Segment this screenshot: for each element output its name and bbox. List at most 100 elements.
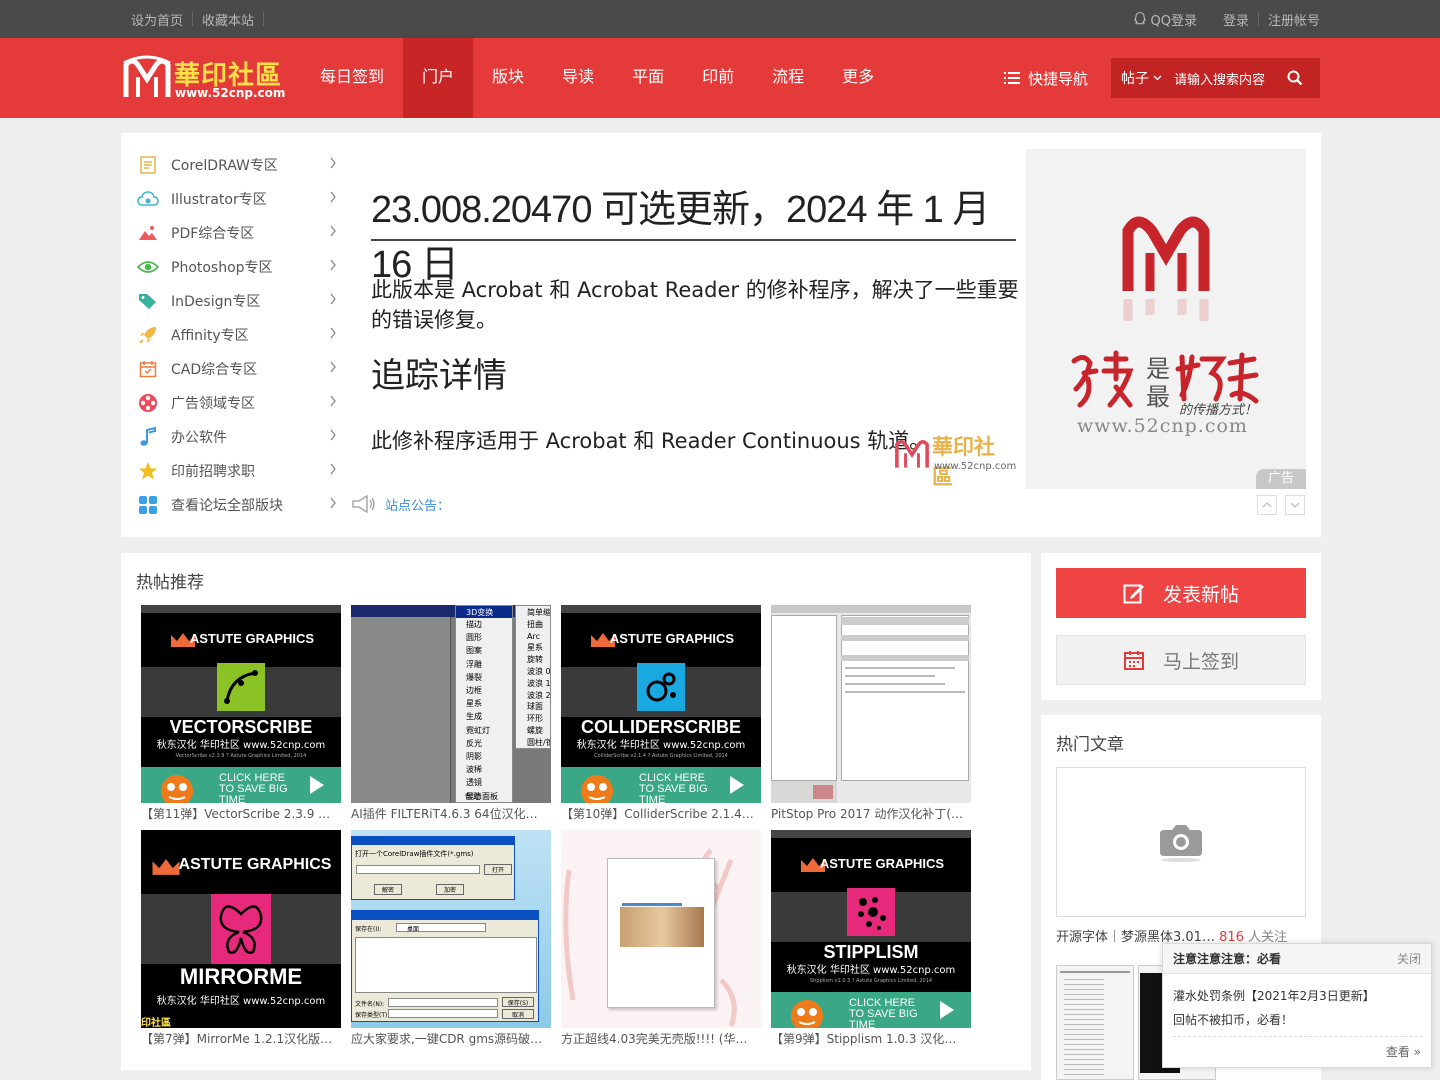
chevron-right-icon — [329, 395, 337, 411]
post-thumbnail — [561, 830, 761, 1028]
category-item-jobs[interactable]: 印前招聘求职 — [137, 454, 337, 488]
slide-watermark: 華印社區 www.52cnp.com — [894, 431, 1016, 489]
popup-title: 注意注意注意：必看 — [1173, 952, 1282, 966]
popup-link[interactable]: 灌水处罚条例【2021年2月3日更新】 — [1173, 987, 1375, 1004]
post-caption[interactable]: 【第9弹】Stipplism 1.0.3 汉化版（华印社区） — [771, 1030, 967, 1047]
software-box — [607, 858, 715, 1008]
category-item-advertising[interactable]: 广告领域专区 — [137, 386, 337, 420]
category-item-affinity[interactable]: Affinity专区 — [137, 318, 337, 352]
post-caption[interactable]: 【第10弹】ColliderScribe 2.1.4 汉化版（华印社区） — [561, 805, 757, 822]
search-bar: 帖子 请输入搜索内容 — [1111, 58, 1320, 98]
category-item-all-forums[interactable]: 查看论坛全部版块 — [137, 488, 337, 522]
scroll-down-button[interactable] — [1285, 495, 1305, 515]
new-post-button[interactable]: 发表新帖 — [1056, 568, 1306, 618]
context-menu: 3D变换 描边 圆形 图案 浮雕 爆裂 边框 星系 生成 霓虹灯 反光 阴影 波… — [455, 605, 513, 803]
category-label: CAD综合专区 — [171, 362, 258, 378]
category-item-coreldraw[interactable]: CorelDRAW专区 — [137, 148, 337, 182]
category-item-office[interactable]: 办公软件 — [137, 420, 337, 454]
ad-tag: 广告 — [1256, 469, 1306, 489]
search-type-label: 帖子 — [1121, 71, 1149, 87]
chevron-right-icon — [329, 463, 337, 479]
post-caption[interactable]: PitStop Pro 2017 动作汉化补丁(完整版）（华印社区） — [771, 805, 967, 822]
nav-item-forums[interactable]: 版块 — [473, 38, 543, 118]
nav-item-graphic[interactable]: 平面 — [613, 38, 683, 118]
nav-item-portal[interactable]: 门户 — [403, 38, 474, 118]
category-label: 办公软件 — [171, 430, 227, 446]
divider — [1173, 1036, 1423, 1037]
submenu-item: Arc — [527, 631, 540, 641]
category-item-illustrator[interactable]: Illustrator专区 — [137, 182, 337, 216]
mascot-icon — [791, 1000, 823, 1028]
popup-close-button[interactable]: 关闭 — [1397, 950, 1421, 967]
search-button[interactable] — [1280, 70, 1310, 86]
site-notice[interactable]: 站点公告： — [351, 493, 450, 515]
submenu-item: 旋转 — [527, 655, 543, 665]
hot-post-card[interactable]: ASTUTE GRAPHICS STIPPLISM 秋东汉化 华印社区 www.… — [771, 830, 971, 1047]
quick-nav-button[interactable]: 快捷导航 — [1004, 38, 1088, 118]
camera-placeholder-icon — [1160, 825, 1202, 862]
post-thumbnail: ASTUTE GRAPHICS MIRRORME 秋东汉化 华印社区 www.5… — [141, 830, 341, 1028]
cancel-button: 取消 — [502, 1009, 534, 1019]
hot-post-card[interactable]: 3D变换 描边 圆形 图案 浮雕 爆裂 边框 星系 生成 霓虹灯 反光 阴影 波… — [351, 605, 551, 822]
nav-item-daily-sign[interactable]: 每日签到 — [301, 38, 403, 118]
slide-paragraph: 此修补程序适用于 Acrobat 和 Reader Continuous 轨道。 — [371, 429, 931, 453]
hot-post-card[interactable]: 打开一个CorelDraw插件文件(*.gms) 打开 解密 加密 保存在(I)… — [351, 830, 551, 1047]
image-icon — [137, 222, 159, 244]
product-subtitle: 秋东汉化 华印社区 www.52cnp.com — [786, 965, 956, 976]
category-label: CorelDRAW专区 — [171, 158, 278, 174]
play-arrow-icon — [940, 1001, 954, 1019]
submenu-item: 波浪 0 — [527, 666, 551, 676]
qq-login-link[interactable]: QQ登录 — [1132, 10, 1197, 29]
hot-post-card[interactable]: PitStop Pro 2017 动作汉化补丁(完整版）（华印社区） — [771, 605, 971, 822]
product-version: VectorScribe v2.3.9 ? Astute Graphics Li… — [175, 753, 307, 759]
article-thumbnail[interactable] — [1056, 767, 1306, 917]
scroll-up-button[interactable] — [1257, 495, 1277, 515]
hot-post-card[interactable]: ASTUTE GRAPHICS COLLIDERSCRIBE 秋东汉化 华印社区… — [561, 605, 761, 822]
post-caption[interactable]: 【第11弹】VectorScribe 2.3.9 汉化版（华印社区） — [141, 805, 337, 822]
product-name: STIPPLISM — [823, 942, 919, 962]
nav-item-prepress[interactable]: 印前 — [683, 38, 753, 118]
sign-in-button[interactable]: 马上签到 — [1056, 635, 1306, 685]
stipple-dots-icon — [858, 897, 886, 930]
category-item-indesign[interactable]: InDesign专区 — [137, 284, 337, 318]
login-link[interactable]: 登录 — [1223, 10, 1249, 29]
ad-banner[interactable]: 是 最 的传播方式！ www.52cnp.com 广告 — [1026, 149, 1306, 489]
menu-item: 阴影 — [466, 752, 482, 762]
category-list: CorelDRAW专区 Illustrator专区 PDF综合专区 Photos… — [137, 148, 337, 522]
search-type-select[interactable]: 帖子 — [1111, 68, 1174, 88]
qq-icon — [1133, 11, 1146, 25]
play-arrow-icon — [310, 776, 324, 794]
dialog-label: 打开一个CorelDraw插件文件(*.gms) — [355, 850, 474, 858]
popup-more-link[interactable]: 查看 » — [1386, 1043, 1421, 1060]
submenu: 简单缩 扭曲 Arc 星系 旋转 波浪 0 波浪 1 波浪 2 球面 环形 螺旋… — [515, 605, 551, 749]
search-input[interactable]: 请输入搜索内容 — [1174, 69, 1280, 88]
product-version: Stipplism v1.0.3 ? Astute Graphics Limit… — [809, 978, 933, 984]
notice-popup: 注意注意注意：必看 关闭 灌水处罚条例【2021年2月3日更新】 回帖不被扣币，… — [1162, 943, 1432, 1068]
hot-post-card[interactable]: 方正超线4.03完美无壳版!!!! (华印专业提供)（华印社区） — [561, 830, 761, 1047]
menu-highlight: 3D变换 — [456, 606, 512, 618]
mascot-icon — [581, 775, 613, 803]
nav-item-more[interactable]: 更多 — [823, 38, 893, 118]
nav-item-guide[interactable]: 导读 — [543, 38, 613, 118]
post-caption[interactable]: 方正超线4.03完美无壳版!!!! (华印专业提供)（华印社区） — [561, 1030, 757, 1047]
site-logo[interactable]: 華印社區 www.52cnp.com — [122, 55, 287, 103]
category-item-cad[interactable]: CAD综合专区 — [137, 352, 337, 386]
set-homepage-link[interactable]: 设为首页 — [131, 10, 192, 29]
post-thumbnail: ASTUTE GRAPHICS STIPPLISM 秋东汉化 华印社区 www.… — [771, 830, 971, 1028]
music-icon — [137, 426, 159, 448]
product-logo — [847, 888, 895, 936]
post-caption[interactable]: 应大家要求,一键CDR gms源码破解（华印社区） — [351, 1030, 547, 1047]
nav-item-workflow[interactable]: 流程 — [753, 38, 823, 118]
submenu-item: 星系 — [527, 643, 543, 653]
bookmark-site-link[interactable]: 收藏本站 — [202, 10, 263, 29]
category-item-pdf[interactable]: PDF综合专区 — [137, 216, 337, 250]
post-caption[interactable]: 【第7弹】MirrorMe 1.2.1汉化版（华印社区） — [141, 1030, 337, 1047]
hot-post-card[interactable]: ASTUTE GRAPHICS VECTORSCRIBE 秋东汉化 华印社区 w… — [141, 605, 341, 822]
register-link[interactable]: 注册帐号 — [1268, 10, 1320, 29]
promo-text: CLICK HERE TO SAVE BIG TIME — [639, 772, 708, 804]
post-caption[interactable]: AI插件 FILTERiT4.6.3 64位汉化版 （华印社区） — [351, 805, 547, 822]
featured-slide[interactable]: 23.008.20470 可选更新，2024 年 1 月 16 日 此版本是 A… — [351, 148, 1021, 493]
popup-link[interactable]: 回帖不被扣币，必看！ — [1173, 1011, 1293, 1028]
category-item-photoshop[interactable]: Photoshop专区 — [137, 250, 337, 284]
hot-post-card[interactable]: ASTUTE GRAPHICS MIRRORME 秋东汉化 华印社区 www.5… — [141, 830, 341, 1047]
